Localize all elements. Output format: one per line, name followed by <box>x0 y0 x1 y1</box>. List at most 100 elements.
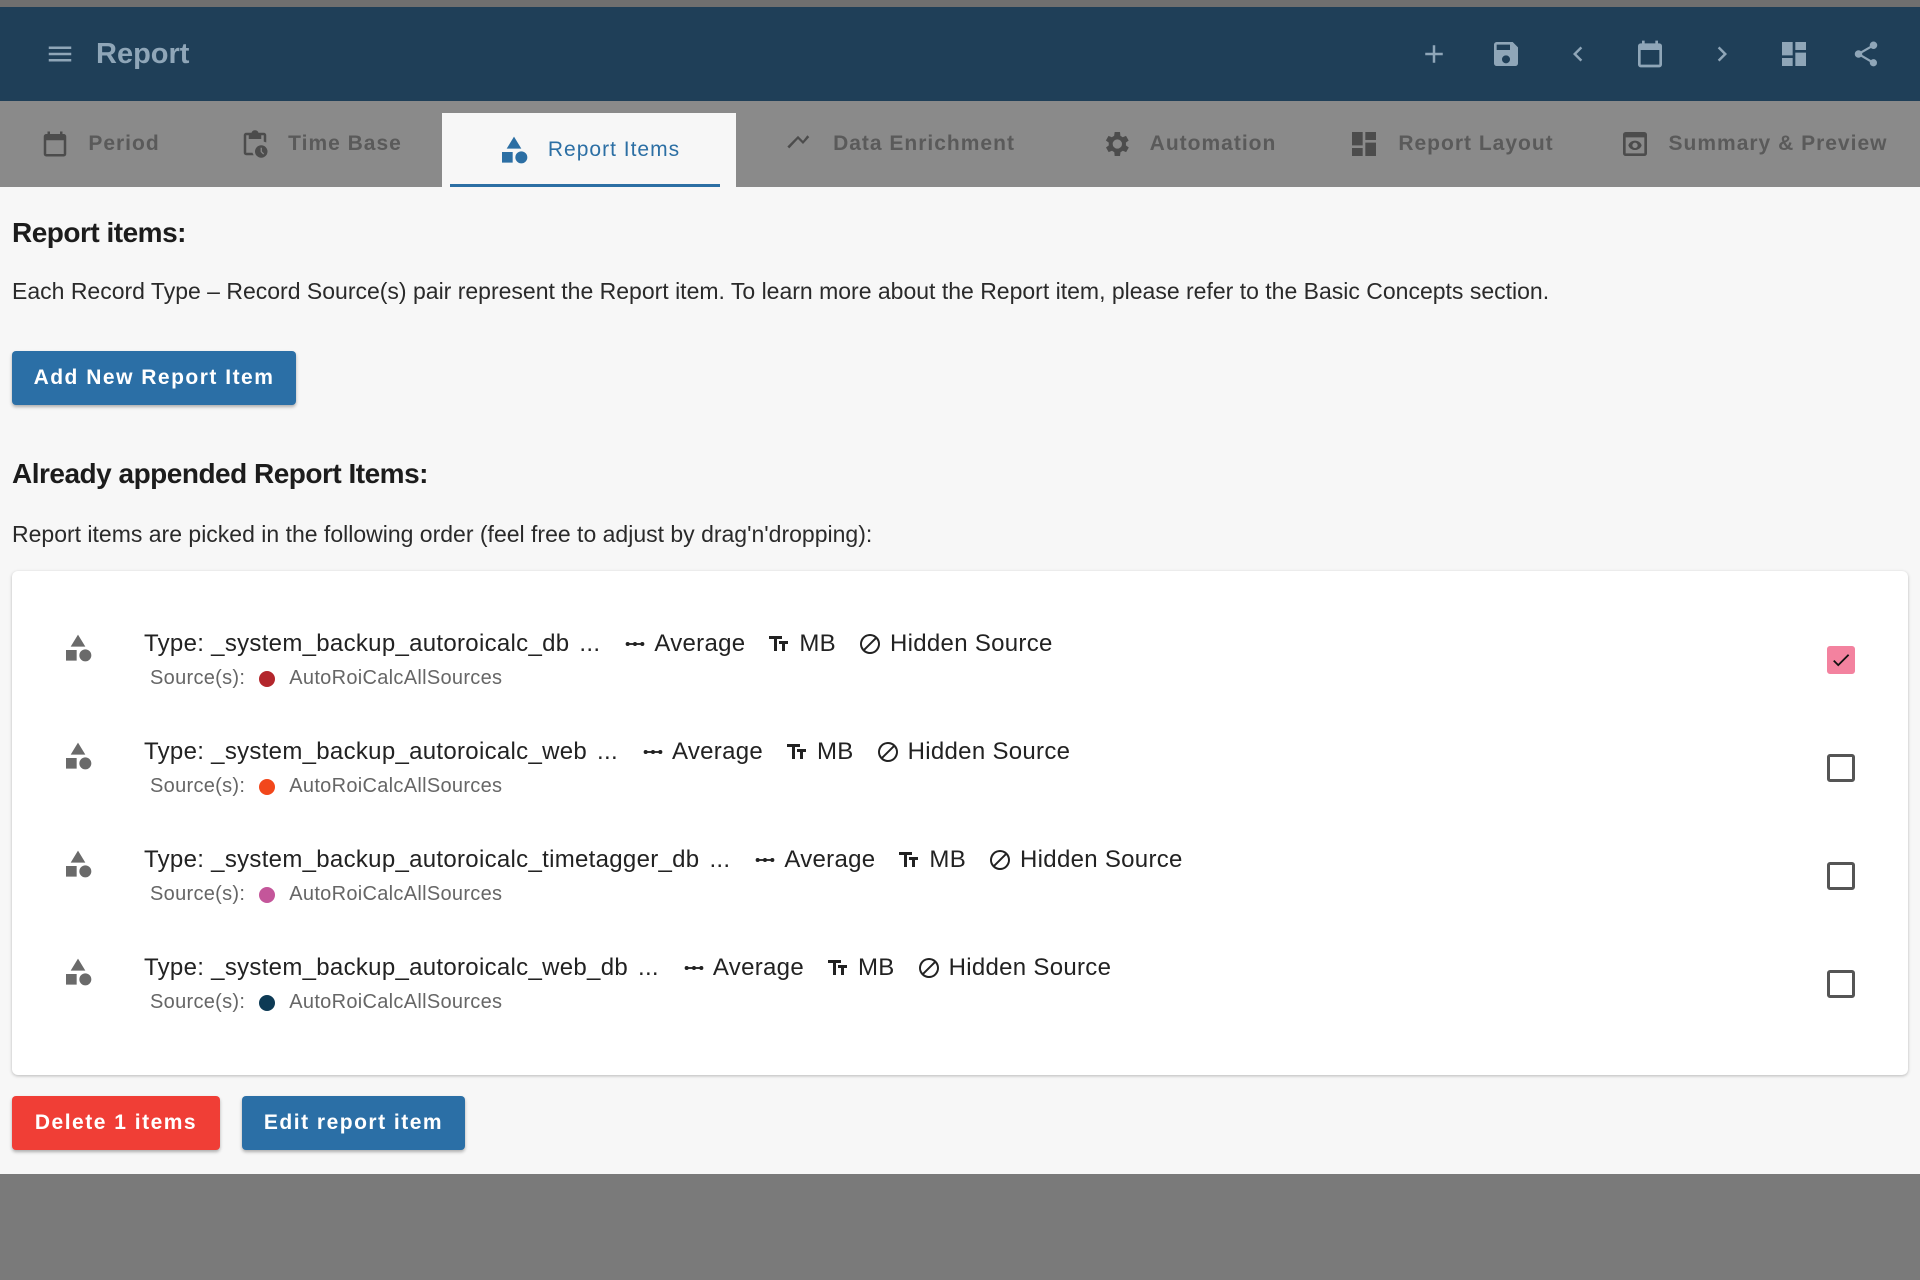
unit: MB <box>826 954 895 982</box>
visibility: Hidden Source <box>917 954 1112 982</box>
aggregation-label: Average <box>671 738 764 765</box>
more-ellipsis: ... <box>709 846 731 873</box>
unit: MB <box>785 738 854 766</box>
item-type: Type: _system_backup_autoroicalc_timetag… <box>144 846 700 873</box>
menu-icon[interactable] <box>44 38 76 70</box>
item-checkbox[interactable] <box>1827 754 1855 782</box>
clipboard-clock-icon <box>243 130 268 158</box>
item-summary: Type: _system_backup_autoroicalc_web ...… <box>144 738 1092 766</box>
visibility: Hidden Source <box>988 846 1183 874</box>
text-size-icon <box>769 636 789 651</box>
item-type: Type: _system_backup_autoroicalc_web_db <box>144 954 628 981</box>
source-name: AutoRoiCalcAllSources <box>289 991 503 1013</box>
list-item[interactable]: Type: _system_backup_autoroicalc_db ... … <box>12 616 1908 724</box>
shapes-icon[interactable] <box>62 956 94 993</box>
chevron-left-icon[interactable] <box>1542 24 1614 84</box>
calendar-icon[interactable] <box>1614 24 1686 84</box>
source-color-dot <box>259 778 276 795</box>
aggregation-label: Average <box>654 630 746 657</box>
visibility: Hidden Source <box>876 738 1071 766</box>
visibility-label: Hidden Source <box>948 954 1112 981</box>
tab-label: Automation <box>1149 132 1277 155</box>
item-checkbox[interactable] <box>1827 646 1855 674</box>
item-sources: Source(s): AutoRoiCalcAllSources <box>150 667 502 690</box>
aggregation-label: Average <box>784 846 876 873</box>
dots-line-icon <box>643 749 663 755</box>
tab-label: Summary & Preview <box>1668 132 1888 155</box>
add-icon[interactable] <box>1398 24 1470 84</box>
item-summary: Type: _system_backup_autoroicalc_web_db … <box>144 954 1133 982</box>
aggregation: Average <box>683 954 804 982</box>
visibility: Hidden Source <box>858 630 1053 658</box>
text-size-icon <box>827 960 847 975</box>
tab-label: Time Base <box>288 132 402 155</box>
source-color-dot <box>259 994 276 1011</box>
dots-line-icon <box>625 641 645 647</box>
aggregation-label: Average <box>712 954 804 981</box>
chevron-right-icon[interactable] <box>1686 24 1758 84</box>
edit-report-item-button[interactable]: Edit report item <box>242 1096 465 1150</box>
item-type: Type: _system_backup_autoroicalc_web <box>144 738 588 765</box>
item-summary: Type: _system_backup_autoroicalc_db ... … <box>144 630 1075 658</box>
item-checkbox[interactable] <box>1827 862 1855 890</box>
tab-time-base[interactable]: Time Base <box>200 101 442 187</box>
app-title: Report <box>96 37 190 70</box>
hidden-icon <box>877 742 898 762</box>
save-icon[interactable] <box>1470 24 1542 84</box>
dashboard-icon <box>1352 132 1377 156</box>
shapes-icon[interactable] <box>62 740 94 777</box>
tab-report-layout[interactable]: Report Layout <box>1316 101 1586 187</box>
hidden-icon <box>860 634 880 654</box>
toolbar-actions <box>1398 7 1902 101</box>
order-instructions: Report items are picked in the following… <box>12 521 873 547</box>
preview-icon <box>1622 132 1647 156</box>
list-item[interactable]: Type: _system_backup_autoroicalc_web_db … <box>12 940 1908 1048</box>
aggregation: Average <box>754 846 875 874</box>
list-item[interactable]: Type: _system_backup_autoroicalc_timetag… <box>12 832 1908 940</box>
sources-label: Source(s): <box>150 667 246 689</box>
report-items-list: Type: _system_backup_autoroicalc_db ... … <box>12 571 1908 1075</box>
tab-label: Report Layout <box>1398 132 1554 155</box>
unit: MB <box>897 846 966 874</box>
tab-automation[interactable]: Automation <box>1060 101 1316 187</box>
top-stripe <box>0 0 1920 7</box>
dots-line-icon <box>756 857 775 863</box>
visibility-label: Hidden Source <box>907 738 1071 765</box>
tab-summary-preview[interactable]: Summary & Preview <box>1586 101 1920 187</box>
unit-label: MB <box>857 954 895 981</box>
main-content: Report items: Each Record Type – Record … <box>0 187 1920 1174</box>
aggregation: Average <box>624 630 745 658</box>
tab-report-items[interactable]: Report Items <box>442 113 736 187</box>
dots-line-icon <box>684 965 704 971</box>
unit-label: MB <box>817 738 854 765</box>
shapes-icon[interactable] <box>62 632 94 669</box>
delete-items-button[interactable]: Delete 1 items <box>12 1096 220 1150</box>
sources-label: Source(s): <box>150 775 246 797</box>
add-new-report-item-button[interactable]: Add New Report Item <box>12 351 296 405</box>
more-ellipsis: ... <box>597 738 618 765</box>
tab-data-enrichment[interactable]: Data Enrichment <box>736 101 1060 187</box>
source-color-dot <box>259 670 276 687</box>
unit: MB <box>767 630 836 658</box>
unit-label: MB <box>929 846 967 873</box>
report-items-description: Each Record Type – Record Source(s) pair… <box>12 278 1550 304</box>
gear-icon <box>1105 132 1129 156</box>
share-icon[interactable] <box>1830 24 1902 84</box>
dashboard-icon[interactable] <box>1758 24 1830 84</box>
trending-icon <box>787 135 810 149</box>
tab-period[interactable]: Period <box>0 101 200 187</box>
item-checkbox[interactable] <box>1827 970 1855 998</box>
visibility-label: Hidden Source <box>890 630 1053 657</box>
source-name: AutoRoiCalcAllSources <box>289 883 503 905</box>
tab-label: Data Enrichment <box>833 132 1015 155</box>
source-name: AutoRoiCalcAllSources <box>289 667 503 689</box>
hidden-icon <box>990 850 1011 870</box>
shapes-icon[interactable] <box>62 848 94 885</box>
shapes-icon <box>501 136 528 164</box>
list-item[interactable]: Type: _system_backup_autoroicalc_web ...… <box>12 724 1908 832</box>
sources-label: Source(s): <box>150 991 246 1013</box>
item-sources: Source(s): AutoRoiCalcAllSources <box>150 991 502 1014</box>
source-name: AutoRoiCalcAllSources <box>289 775 503 797</box>
backdrop <box>0 1174 1920 1280</box>
aggregation: Average <box>642 738 763 766</box>
